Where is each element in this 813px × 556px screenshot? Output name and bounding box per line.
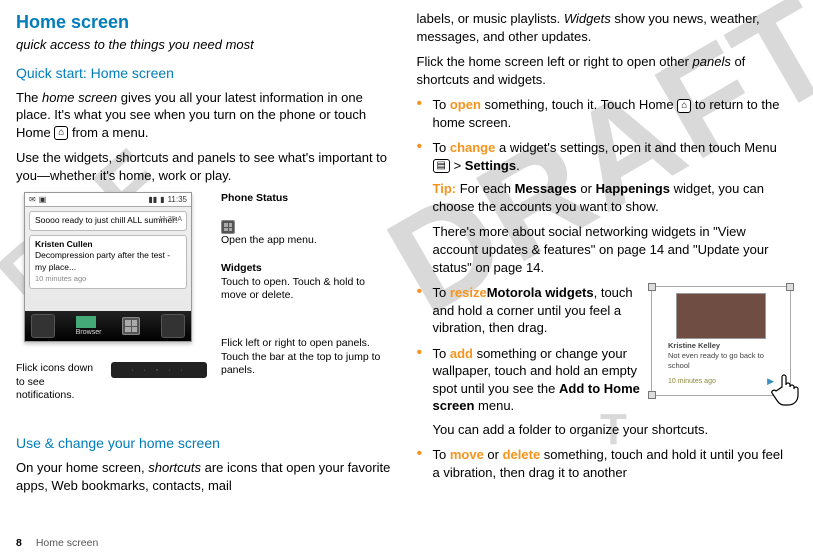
- status-bar: ✉ ▣ ▮▮ ▮ 11:35: [25, 193, 191, 207]
- panel-indicator-bar: · · ◦ · ·: [111, 362, 207, 378]
- phone-dock: Browser: [25, 311, 191, 341]
- home-icon: ⌂: [54, 126, 68, 140]
- bullet-open: To open something, touch it. Touch Home …: [417, 96, 792, 131]
- intro-para-1: The home screen gives you all your lates…: [16, 89, 391, 142]
- right-para-1: labels, or music playlists. Widgets show…: [417, 10, 792, 45]
- bullet-list: To open something, touch it. Touch Home …: [417, 96, 792, 481]
- callout-widgets: Widgets Touch to open. Touch & hold to m…: [221, 262, 391, 301]
- bullet-move-delete: To move or delete something, touch and h…: [417, 446, 792, 481]
- add-folder-para: You can add a folder to organize your sh…: [433, 421, 792, 439]
- footer-label: Home screen: [36, 536, 98, 550]
- page-footer: 8 Home screen: [16, 536, 98, 550]
- bullet-add: To add something or change your wallpape…: [417, 345, 792, 439]
- resize-handle-icon: [648, 283, 656, 291]
- message-widget-card: Kristen Cullen Decompression party after…: [29, 235, 187, 289]
- app-tray-icon: [221, 220, 235, 234]
- contact-photo: [676, 293, 766, 339]
- left-column: Home screen quick access to the things y…: [16, 10, 391, 520]
- notification-icon: ▣: [39, 195, 47, 206]
- signal-icon: ▮▮: [148, 195, 157, 206]
- clock-text: 11:35: [168, 195, 187, 206]
- intro-para-2: Use the widgets, shortcuts and panels to…: [16, 149, 391, 184]
- notification-icon: ✉: [29, 195, 36, 206]
- menu-icon: ▤: [433, 159, 450, 173]
- tip-para: Tip: For each Messages or Happenings wid…: [433, 180, 792, 215]
- status-widget-card: 11:35 A Soooo ready to just chill ALL su…: [29, 211, 187, 230]
- contacts-icon: [161, 314, 185, 338]
- section-quick-start: Quick start: Home screen: [16, 64, 391, 83]
- page-number: 8: [16, 536, 22, 550]
- right-column: labels, or music playlists. Widgets show…: [417, 10, 792, 520]
- right-para-2: Flick the home screen left or right to o…: [417, 53, 792, 88]
- callout-flick-icons: Flick icons down to see notifications.: [16, 362, 96, 401]
- home-icon: ⌂: [677, 99, 691, 113]
- bullet-change: To change a widget's settings, open it a…: [417, 139, 792, 276]
- tip-more-para: There's more about social networking wid…: [433, 223, 792, 276]
- callout-phone-status: Phone Status: [221, 192, 288, 205]
- page-subtitle: quick access to the things you need most: [16, 36, 391, 54]
- bullet-resize: Kristine Kelley Not even ready to go bac…: [417, 284, 792, 337]
- battery-icon: ▮: [160, 195, 164, 206]
- page-title: Home screen: [16, 10, 391, 34]
- home-screen-figure: ✉ ▣ ▮▮ ▮ 11:35 11:35 A Soooo ready to ju…: [16, 192, 391, 422]
- resize-handle-icon: [786, 283, 794, 291]
- callout-app-tray: Open the app menu.: [221, 220, 317, 247]
- app-tray-icon: [122, 317, 140, 335]
- dial-icon: [31, 314, 55, 338]
- section-use-change: Use & change your home screen: [16, 434, 391, 453]
- phone-mockup: ✉ ▣ ▮▮ ▮ 11:35 11:35 A Soooo ready to ju…: [24, 192, 192, 342]
- shortcuts-para: On your home screen, shortcuts are icons…: [16, 459, 391, 494]
- callout-flick-panels: Flick left or right to open panels. Touc…: [221, 337, 391, 376]
